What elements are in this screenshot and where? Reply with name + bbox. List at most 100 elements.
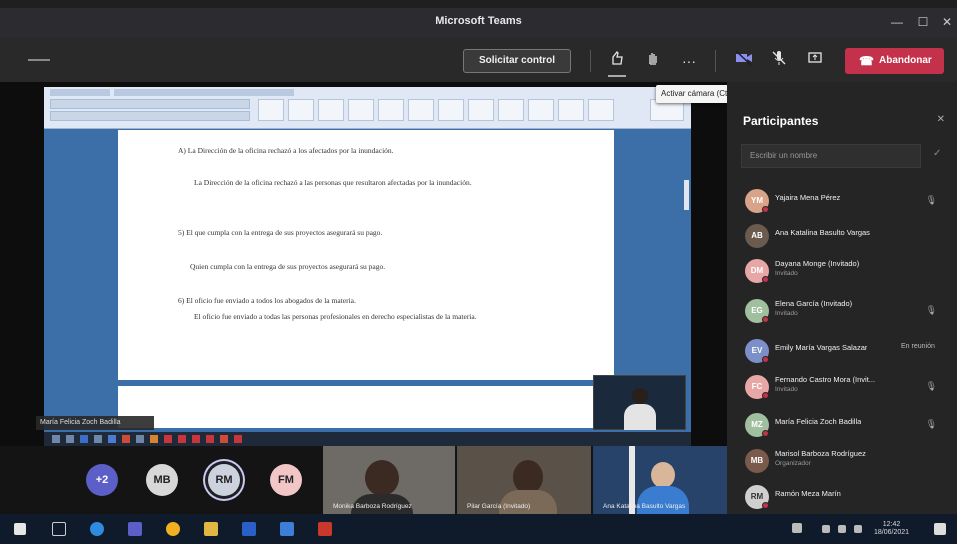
participant-row[interactable]: DM Dayana Monge (Invitado) Invitado — [741, 256, 951, 286]
edge-icon[interactable] — [90, 522, 104, 536]
teams-window: Microsoft Teams — ☐ ✕ Solicitar control … — [0, 0, 957, 544]
start-icon — [52, 435, 60, 443]
status-dot — [762, 502, 769, 509]
app-icon[interactable] — [280, 522, 294, 536]
video-person — [365, 460, 399, 496]
taskbar-app-icon — [108, 435, 116, 443]
document-scrollbar[interactable] — [684, 180, 689, 210]
style-box — [318, 99, 344, 121]
leave-label: Abandonar — [879, 55, 932, 66]
doc-line: 6) El oficio fue enviado a todos los abo… — [178, 296, 356, 305]
participant-row[interactable]: FC Fernando Castro Mora (Invit... Invita… — [741, 372, 951, 402]
participant-row[interactable]: EG Elena García (Invitado) Invitado 🎙 — [741, 296, 951, 326]
style-box — [528, 99, 554, 121]
avatar[interactable]: MB — [146, 464, 178, 496]
toolbar-divider — [590, 50, 591, 72]
participant-row[interactable]: EV Emily María Vargas Salazar En reunión — [741, 336, 951, 366]
participant-name: Marisol Barboza Rodríguez — [775, 449, 866, 458]
status-dot — [762, 206, 769, 213]
reactions-icon[interactable] — [606, 50, 628, 72]
mic-muted-icon: 🎙 — [925, 305, 937, 315]
app-icon[interactable] — [318, 522, 332, 536]
tray-icon[interactable] — [822, 525, 830, 533]
document-page: A) La Dirección de la oficina rechazó a … — [118, 130, 614, 380]
close-window-button[interactable]: ✕ — [936, 13, 957, 31]
status-dot — [762, 316, 769, 323]
check-icon: ✓ — [933, 148, 942, 159]
participant-row[interactable]: MZ María Felicia Zoch Badilla 🎙 — [741, 410, 951, 440]
video-tile[interactable]: Monika Barboza Rodríguez — [323, 446, 455, 514]
participant-row[interactable]: RM Ramón Meza Marín — [741, 482, 951, 512]
doc-line: Quien cumpla con la entrega de sus proye… — [190, 262, 386, 271]
camera-off-icon[interactable] — [733, 50, 755, 72]
active-indicator — [608, 75, 626, 77]
style-box — [408, 99, 434, 121]
video-tile[interactable]: Pilar García (Invitado) — [457, 446, 591, 514]
video-person — [624, 404, 656, 430]
taskbar-app-icon — [122, 435, 130, 443]
raise-hand-icon[interactable] — [642, 50, 664, 72]
teams-icon[interactable] — [128, 522, 142, 536]
tray-icon[interactable] — [792, 523, 802, 533]
request-control-button[interactable]: Solicitar control — [463, 49, 571, 73]
presenter-name-tag: María Felicia Zoch Badilla — [36, 416, 154, 430]
style-box — [438, 99, 464, 121]
meeting-toolbar: Solicitar control ··· ☎ Abandonar — [0, 38, 957, 82]
taskbar-app-icon — [80, 435, 88, 443]
participant-role: Invitado — [775, 270, 798, 277]
doc-line: A) La Dirección de la oficina rechazó a … — [178, 146, 394, 155]
video-person — [651, 462, 675, 488]
presenter-self-video[interactable] — [593, 375, 686, 430]
participant-row[interactable]: YM Yajaira Mena Pérez 🎙 — [741, 186, 951, 216]
avatar[interactable]: FM — [270, 464, 302, 496]
taskbar-app-icon — [220, 435, 228, 443]
more-participants-badge[interactable]: +2 — [86, 464, 118, 496]
participant-row[interactable]: AB Ana Katalina Basulto Vargas — [741, 221, 951, 251]
status-dot — [762, 356, 769, 363]
mic-off-icon[interactable] — [768, 50, 790, 72]
ribbon-row — [50, 111, 250, 121]
style-box — [288, 99, 314, 121]
participant-search-input[interactable]: Escribir un nombre — [741, 144, 921, 168]
doc-line: La Dirección de la oficina rechazó a las… — [194, 178, 472, 187]
windows-taskbar: 12:42 18/06/2021 — [0, 514, 957, 544]
taskbar-app-icon — [66, 435, 74, 443]
ribbon-row — [50, 99, 250, 109]
ribbon-tabs — [50, 89, 110, 96]
avatar[interactable]: RM — [208, 464, 240, 496]
chrome-icon[interactable] — [166, 522, 180, 536]
title-bar: Microsoft Teams — ☐ ✕ — [0, 8, 957, 38]
video-tile[interactable]: Ana Katalina Basulto Vargas — [593, 446, 727, 514]
windows-start-icon[interactable] — [14, 523, 26, 535]
leave-button[interactable]: ☎ Abandonar — [845, 48, 944, 74]
doc-line: El oficio fue enviado a todas las person… — [194, 312, 477, 321]
taskbar-app-icon — [206, 435, 214, 443]
mic-muted-icon: 🎙 — [925, 381, 937, 391]
style-box — [588, 99, 614, 121]
video-person — [632, 388, 648, 404]
video-person — [499, 490, 557, 514]
share-screen-icon[interactable] — [804, 50, 826, 72]
minimize-button[interactable]: — — [886, 13, 908, 31]
status-dot — [762, 392, 769, 399]
maximize-button[interactable]: ☐ — [912, 13, 934, 31]
word-ribbon — [44, 87, 691, 129]
tray-icon[interactable] — [854, 525, 862, 533]
word-icon[interactable] — [242, 522, 256, 536]
document-next-page — [118, 386, 614, 428]
status-dot — [762, 430, 769, 437]
video-name-label: Pilar García (Invitado) — [467, 503, 531, 510]
participant-row[interactable]: MB Marisol Barboza Rodríguez Organizador — [741, 446, 951, 476]
status-dot — [762, 276, 769, 283]
tray-icon[interactable] — [838, 525, 846, 533]
file-explorer-icon[interactable] — [204, 522, 218, 536]
close-panel-icon[interactable]: ✕ — [937, 114, 945, 125]
task-view-icon[interactable] — [52, 522, 66, 536]
presenter-taskbar — [44, 432, 691, 446]
participants-title: Participantes — [743, 114, 819, 128]
more-options-icon[interactable]: ··· — [678, 50, 700, 72]
notifications-icon[interactable] — [934, 523, 946, 535]
meeting-timer-placeholder — [28, 59, 50, 61]
taskbar-clock[interactable]: 12:42 18/06/2021 — [874, 521, 909, 537]
participants-panel: Participantes ✕ Escribir un nombre ✓ YM … — [727, 82, 957, 514]
